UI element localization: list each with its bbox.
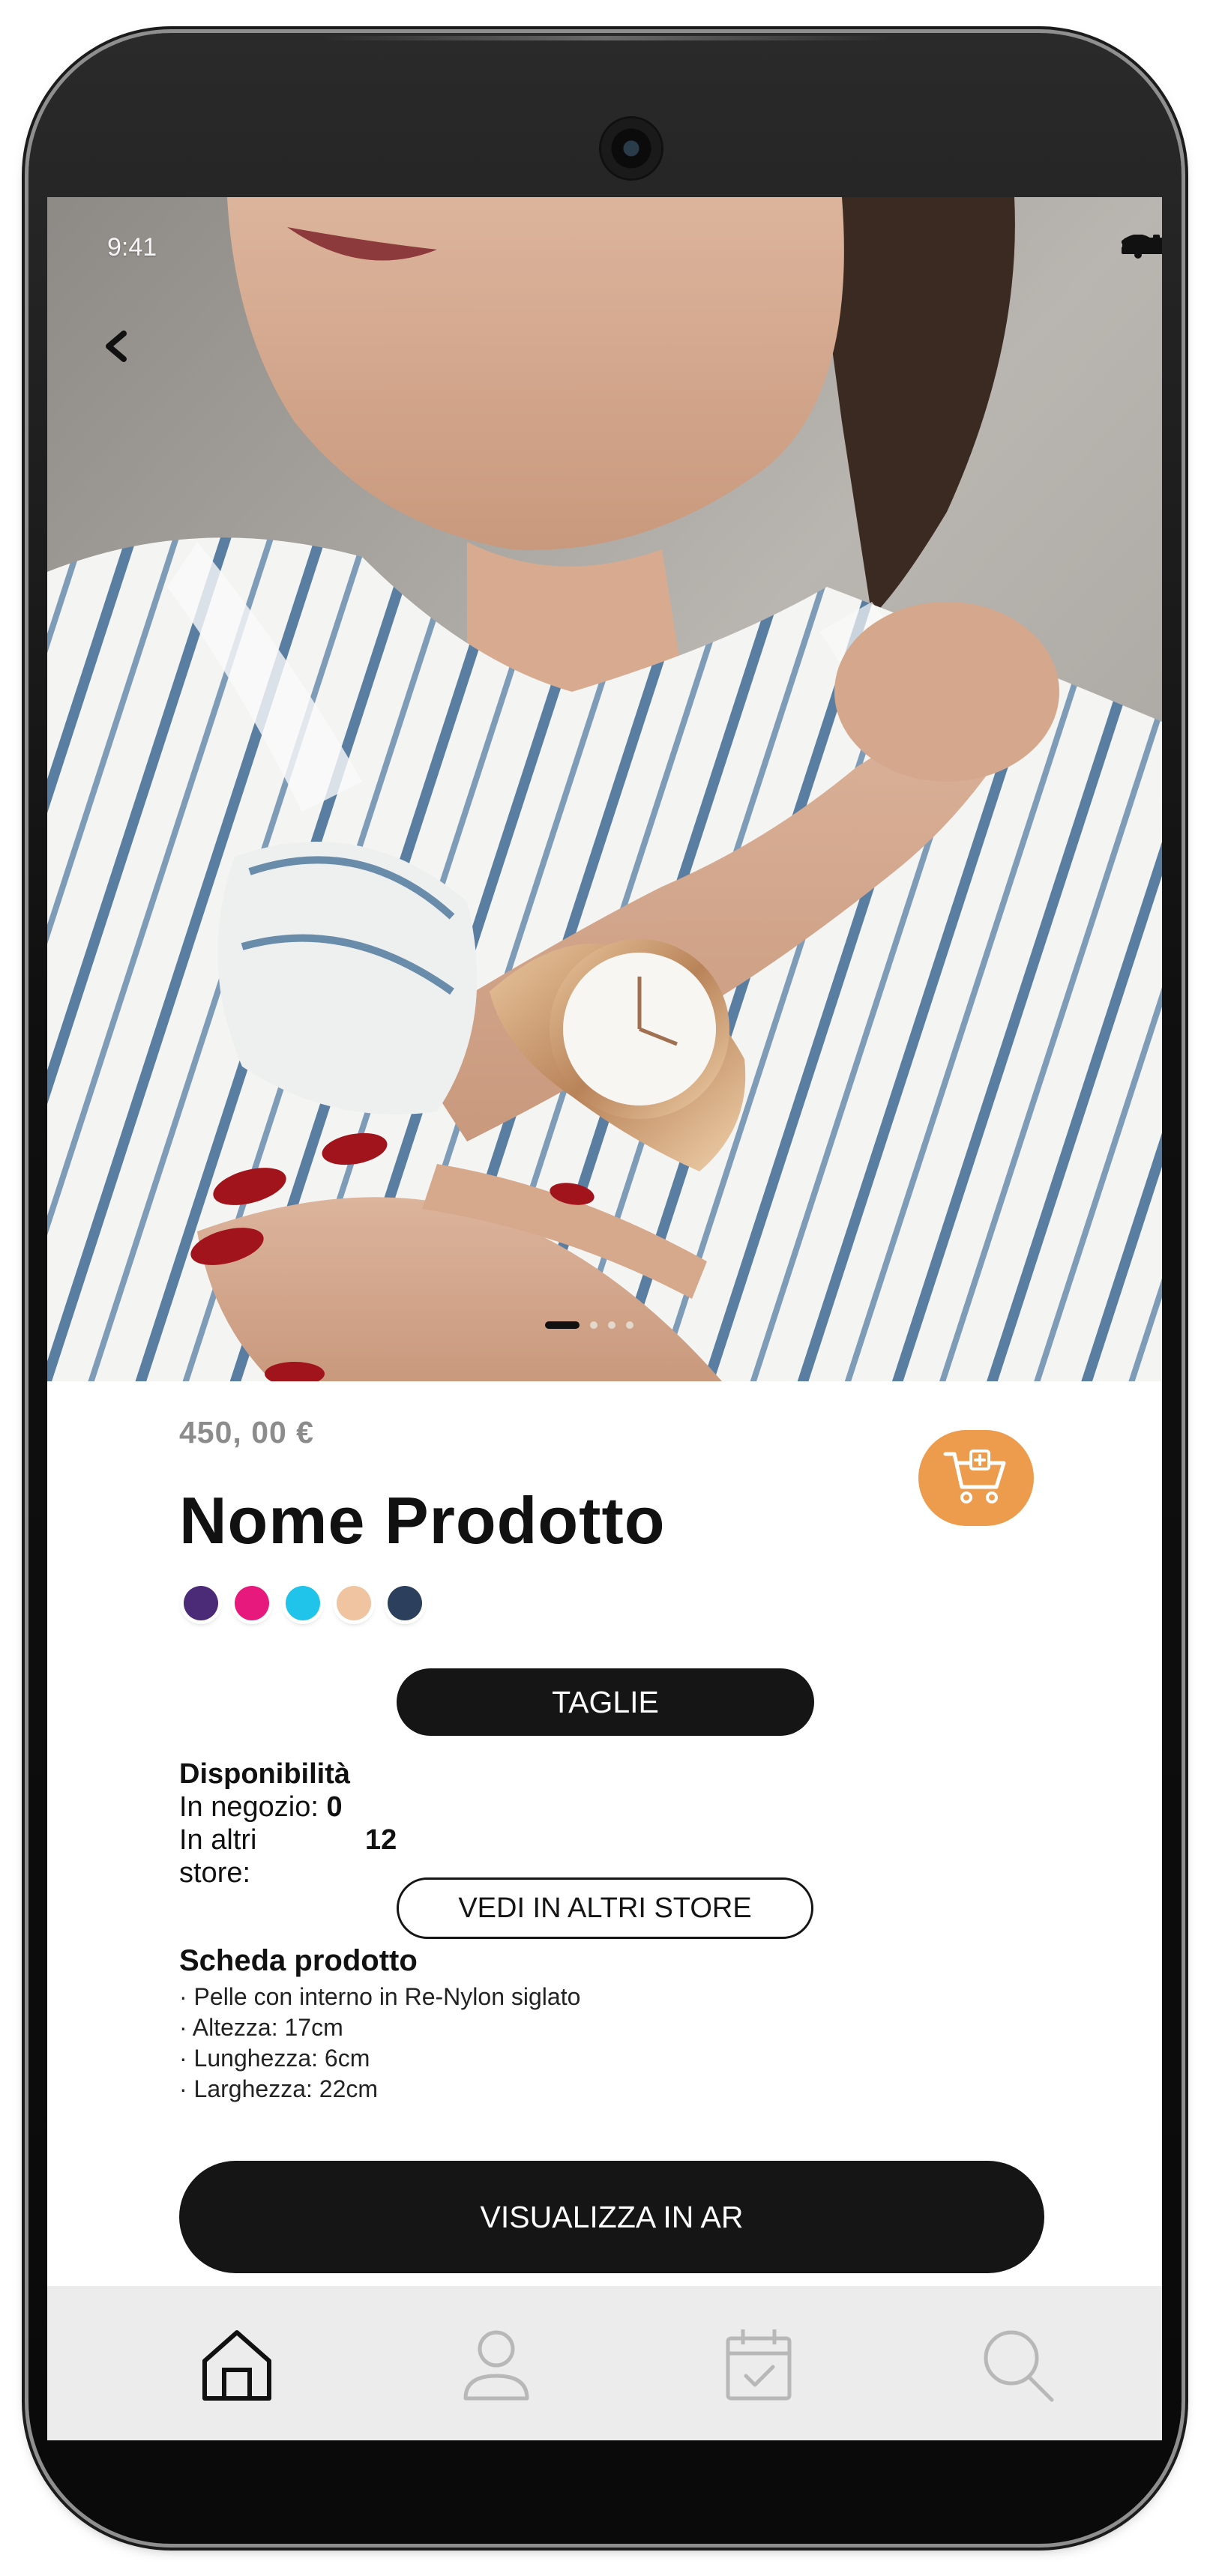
product-sheet-item: · Altezza: 17cm <box>179 2014 343 2041</box>
in-store-value: 0 <box>326 1791 343 1823</box>
product-sheet-item: · Lunghezza: 6cm <box>179 2045 370 2072</box>
color-swatch-2[interactable] <box>235 1586 269 1620</box>
carousel-indicator <box>545 1321 633 1329</box>
user-icon <box>463 2330 529 2401</box>
nav-calendar[interactable] <box>717 2323 800 2406</box>
sizes-button[interactable]: TAGLIE <box>397 1668 814 1736</box>
search-icon <box>984 2330 1054 2402</box>
phone-edge-highlight <box>321 36 891 40</box>
battery-icon <box>1122 238 1162 254</box>
carousel-dot[interactable] <box>590 1321 598 1329</box>
color-swatch-4[interactable] <box>337 1586 371 1620</box>
other-stores-value: 12 <box>365 1824 397 1856</box>
nav-profile[interactable] <box>455 2323 538 2406</box>
carousel-dot-active[interactable] <box>545 1321 580 1329</box>
status-time: 9:41 <box>107 233 157 262</box>
product-sheet-title: Scheda prodotto <box>179 1944 418 1977</box>
color-swatch-5[interactable] <box>388 1586 422 1620</box>
product-sheet-item: · Pelle con interno in Re-Nylon siglato <box>179 1983 581 2010</box>
front-camera <box>601 118 661 178</box>
other-stores-label-line1: In altri <box>179 1824 257 1856</box>
in-store-label: In negozio: <box>179 1791 319 1823</box>
home-icon <box>202 2330 271 2401</box>
carousel-dot[interactable] <box>626 1321 633 1329</box>
product-sheet-list: · Pelle con interno in Re-Nylon siglato … <box>179 1982 580 2105</box>
color-swatch-3[interactable] <box>286 1586 320 1620</box>
carousel-dot[interactable] <box>608 1321 615 1329</box>
calendar-check-icon <box>726 2329 792 2401</box>
availability-title: Disponibilità <box>179 1758 350 1790</box>
product-name: Nome Prodotto <box>179 1483 666 1557</box>
color-swatch-1[interactable] <box>184 1586 218 1620</box>
product-sheet-item: · Larghezza: 22cm <box>179 2075 379 2102</box>
bottom-navigation <box>47 2286 1162 2440</box>
add-to-cart-button[interactable] <box>918 1430 1034 1526</box>
nav-search[interactable] <box>977 2323 1059 2406</box>
other-stores-row: In altri 12 <box>179 1824 397 1856</box>
chevron-left-icon <box>106 331 127 362</box>
nav-home[interactable] <box>196 2323 278 2406</box>
cart-add-icon <box>943 1450 1006 1503</box>
color-swatches <box>184 1586 422 1620</box>
product-hero-image[interactable]: 9:41 <box>47 197 1162 1381</box>
other-stores-label-line2: store: <box>179 1857 251 1889</box>
product-price: 450, 00 € <box>179 1415 314 1450</box>
see-other-stores-button[interactable]: VEDI IN ALTRI STORE <box>397 1877 813 1939</box>
app-screen: 9:41 450, 00 € Nome Prodotto TAGLIE Disp… <box>47 197 1162 2440</box>
in-store-row: In negozio: 0 <box>179 1791 350 1824</box>
back-button[interactable] <box>101 329 154 381</box>
hero-photo-illustration <box>47 197 1162 1381</box>
availability-section: Disponibilità In negozio: 0 In altri 12 … <box>179 1758 397 1889</box>
view-in-ar-button[interactable]: VISUALIZZA IN AR <box>179 2161 1044 2273</box>
